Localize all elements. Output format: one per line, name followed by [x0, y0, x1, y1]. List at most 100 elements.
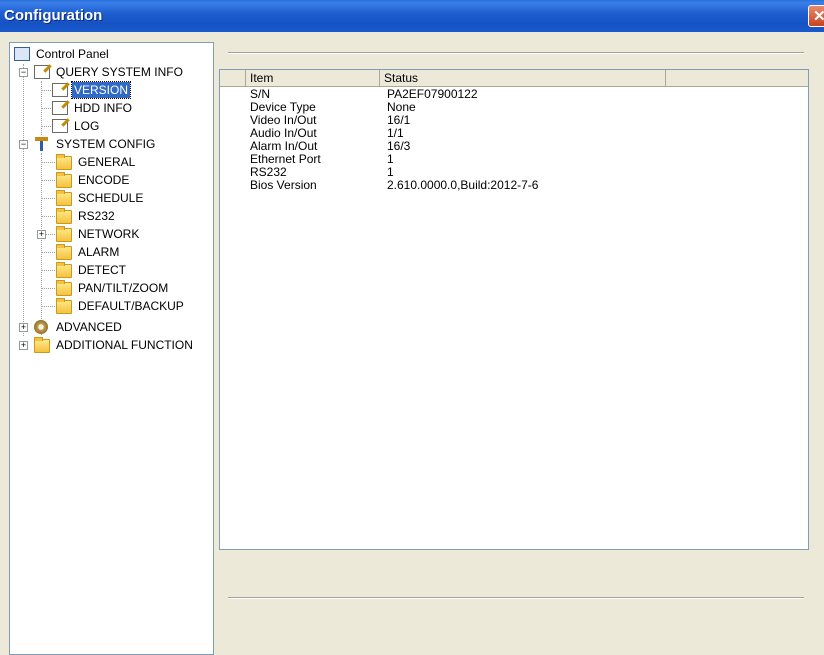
table-row[interactable]: RS232 1 [220, 166, 808, 178]
tree-item-label: ADVANCED [56, 320, 122, 334]
tree-item-label: ALARM [78, 245, 120, 259]
tree-item-label: LOG [74, 119, 100, 133]
column-header-item[interactable]: Item [246, 70, 380, 86]
tree-item-label: QUERY SYSTEM INFO [56, 65, 183, 79]
table-row[interactable]: Audio In/Out 1/1 [220, 127, 808, 139]
expand-toggle-network[interactable]: + [37, 230, 46, 239]
tree-connector-line [41, 252, 55, 253]
tree-item-general[interactable]: GENERAL [56, 154, 137, 170]
cell-item: S/N [250, 87, 271, 101]
cell-item: Ethernet Port [250, 152, 321, 166]
tree-item-detect[interactable]: DETECT [56, 262, 128, 278]
tree-item-default-backup[interactable]: DEFAULT/BACKUP [56, 298, 186, 314]
folder-icon [56, 244, 72, 260]
collapse-toggle-system-config[interactable]: − [19, 140, 28, 149]
folder-icon [56, 226, 72, 242]
tree-item-encode[interactable]: ENCODE [56, 172, 131, 188]
navigation-tree: Control Panel − QUERY SYSTEM INFO VERSIO… [9, 42, 214, 655]
tree-connector-line [41, 162, 55, 163]
collapse-toggle-query[interactable]: − [19, 68, 28, 77]
tree-item-pan-tilt-zoom[interactable]: PAN/TILT/ZOOM [56, 280, 170, 296]
tree-item-label: ADDITIONAL FUNCTION [56, 338, 193, 352]
table-row[interactable]: Video In/Out 16/1 [220, 114, 808, 126]
document-pencil-icon [34, 65, 50, 79]
divider [228, 52, 804, 54]
tree-item-hdd-info[interactable]: HDD INFO [52, 100, 134, 116]
tree-item-label: HDD INFO [74, 101, 132, 115]
tree-connector-line [41, 198, 55, 199]
folder-icon [56, 280, 72, 296]
tree-item-query-system-info[interactable]: QUERY SYSTEM INFO [34, 64, 185, 80]
document-pencil-icon [52, 83, 68, 97]
table-row[interactable]: Device Type None [220, 101, 808, 113]
window-title: Configuration [4, 7, 103, 24]
folder-icon [56, 154, 72, 170]
close-icon: ✕ [813, 8, 824, 25]
folder-icon [34, 337, 50, 353]
column-header-blank[interactable] [220, 70, 246, 86]
close-button[interactable]: ✕ [808, 5, 824, 27]
cell-item: Audio In/Out [250, 126, 317, 140]
tree-item-alarm[interactable]: ALARM [56, 244, 121, 260]
tree-item-version[interactable]: VERSION [52, 81, 132, 99]
tree-item-label: VERSION [70, 81, 132, 99]
title-bar: Configuration ✕ [0, 0, 824, 32]
cell-status: 2.610.0000.0,Build:2012-7-6 [387, 178, 539, 192]
cell-item: Bios Version [250, 178, 317, 192]
tree-connector-line [41, 216, 55, 217]
tree-connector-line [41, 270, 55, 271]
folder-icon [56, 262, 72, 278]
tree-connector-line [23, 64, 24, 336]
folder-icon [56, 190, 72, 206]
table-row[interactable]: Ethernet Port 1 [220, 153, 808, 165]
table-row[interactable]: Alarm In/Out 16/3 [220, 140, 808, 152]
expand-toggle-additional[interactable]: + [19, 341, 28, 350]
tree-item-advanced[interactable]: ADVANCED [34, 319, 124, 335]
version-info-table: Item Status S/N PA2EF07900122 Device Typ… [219, 69, 809, 550]
document-pencil-icon [52, 119, 68, 133]
column-header-status[interactable]: Status [380, 70, 666, 86]
folder-icon [56, 208, 72, 224]
table-row[interactable]: S/N PA2EF07900122 [220, 88, 808, 100]
table-row[interactable]: Bios Version 2.610.0000.0,Build:2012-7-6 [220, 179, 808, 191]
cell-item: Alarm In/Out [250, 139, 318, 153]
tree-connector-line [41, 180, 55, 181]
folder-icon [56, 172, 72, 188]
tools-icon [34, 137, 48, 151]
tree-item-label: DEFAULT/BACKUP [78, 299, 184, 313]
cell-status: 1 [387, 152, 394, 166]
tree-connector-line [41, 288, 55, 289]
tree-item-network[interactable]: NETWORK [56, 226, 141, 242]
tree-item-label: RS232 [78, 209, 115, 223]
cell-status: None [387, 100, 416, 114]
document-pencil-icon [52, 101, 68, 115]
cell-item: RS232 [250, 165, 287, 179]
expand-toggle-advanced[interactable]: + [19, 323, 28, 332]
tree-item-label: SYSTEM CONFIG [56, 137, 156, 151]
tree-item-additional-function[interactable]: ADDITIONAL FUNCTION [34, 337, 195, 353]
cell-item: Video In/Out [250, 113, 317, 127]
gears-icon [34, 320, 48, 334]
tree-item-label: SCHEDULE [78, 191, 144, 205]
divider [228, 597, 804, 599]
tree-item-label: DETECT [78, 263, 126, 277]
tree-item-label: ENCODE [78, 173, 130, 187]
tree-item-label: Control Panel [36, 47, 109, 61]
tree-item-rs232[interactable]: RS232 [56, 208, 117, 224]
tree-item-system-config[interactable]: SYSTEM CONFIG [34, 136, 157, 152]
tree-item-label: PAN/TILT/ZOOM [78, 281, 169, 295]
cell-status: PA2EF07900122 [387, 87, 478, 101]
tree-connector-line [46, 234, 55, 235]
cell-status: 1/1 [387, 126, 404, 140]
cell-item: Device Type [250, 100, 316, 114]
tree-item-log[interactable]: LOG [52, 118, 101, 134]
cell-status: 16/3 [387, 139, 411, 153]
computer-icon [14, 47, 30, 61]
tree-connector-line [41, 306, 55, 307]
cell-status: 16/1 [387, 113, 411, 127]
cell-status: 1 [387, 165, 394, 179]
tree-item-schedule[interactable]: SCHEDULE [56, 190, 145, 206]
folder-icon [56, 298, 72, 314]
tree-item-control-panel[interactable]: Control Panel [14, 46, 111, 62]
column-header-blank[interactable] [666, 70, 808, 86]
